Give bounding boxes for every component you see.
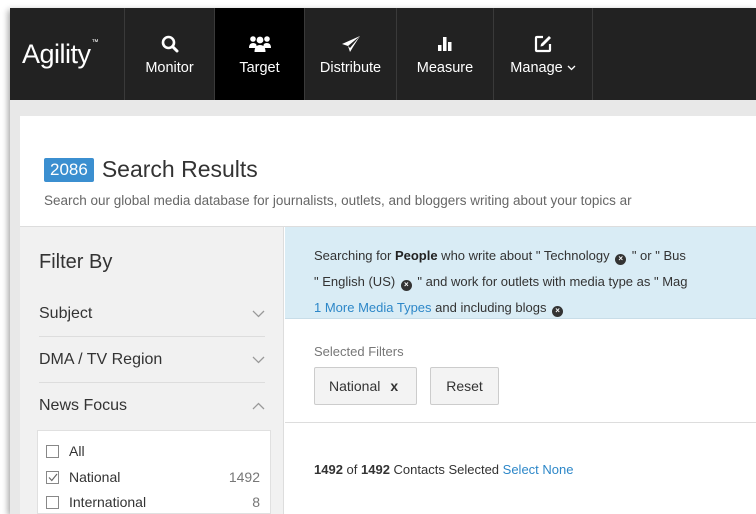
chevron-down-icon [251,355,265,365]
nav-manage-label-wrap: Manage [510,60,576,76]
selected-count: 1492 [314,462,343,477]
summary-text: " English (US) [314,274,399,289]
search-summary-line-2: " English (US) × " and work for outlets … [314,274,688,291]
checkbox-checked[interactable] [46,470,59,484]
top-navigation: Agility ™ Monitor Target Distribute Meas… [10,8,756,100]
nav-monitor[interactable]: Monitor [124,8,214,100]
accordion-news-focus[interactable]: News Focus [39,383,265,429]
bar-chart-icon [437,32,453,56]
select-none-link[interactable]: Select None [503,462,574,477]
brand-logo[interactable]: Agility ™ [10,8,124,100]
chevron-down-icon [251,309,265,319]
chip-label: National [329,378,381,394]
status-text: Contacts Selected [389,462,503,477]
nav-distribute-label: Distribute [319,60,382,76]
paper-plane-icon [341,32,361,56]
total-count: 1492 [361,462,390,477]
remove-topic-icon[interactable]: × [615,253,627,265]
search-criteria-summary: Searching for People who write about " T… [285,227,756,319]
accordion-news-focus-label: News Focus [39,397,128,414]
nav-measure-label: Measure [416,60,474,76]
nav-monitor-label: Monitor [145,60,194,76]
nav-target-label: Target [239,60,280,76]
selected-filters-label: Selected Filters [314,344,404,359]
accordion-dma-label: DMA / TV Region [39,350,163,368]
accordion-subject-label: Subject [39,304,93,322]
option-count: 8 [252,494,260,510]
chip-remove-icon[interactable]: x [390,378,398,394]
brand-name: Agility [22,38,91,69]
summary-text: " or " Bus [628,248,686,263]
filter-chip-national[interactable]: National x [314,367,417,405]
summary-entity: People [394,248,438,263]
search-summary-line-1: Searching for People who write about " T… [314,248,686,265]
chevron-up-icon [251,401,265,411]
status-text: of [342,462,361,477]
summary-text: who write about " Technology [437,248,614,263]
chevron-down-icon [567,63,576,74]
summary-text: and including blogs [431,300,551,315]
news-focus-option-national[interactable]: National 1492 [46,469,260,485]
accordion-dma-tv-region[interactable]: DMA / TV Region [39,337,265,383]
checkbox[interactable] [46,444,59,458]
nav-manage-label: Manage [510,60,563,76]
checkmark-icon [48,473,57,481]
option-label: All [69,443,85,459]
search-summary-line-3: 1 More Media Types and including blogs × [314,300,565,317]
reset-button[interactable]: Reset [430,367,499,405]
filter-by-heading: Filter By [39,251,113,273]
more-media-types-link[interactable]: 1 More Media Types [314,300,432,315]
option-label: National [69,469,121,485]
nav-manage[interactable]: Manage [493,8,593,100]
brand-tm: ™ [91,38,99,46]
nav-measure[interactable]: Measure [396,8,493,100]
accordion-subject[interactable]: Subject [39,291,265,337]
edit-icon [534,32,552,56]
remove-blogs-icon[interactable]: × [552,305,564,317]
summary-text: Searching for [314,248,395,263]
filter-sidebar: Filter By Subject DMA / TV Region News F… [20,227,284,514]
page-title: Search Results [101,156,258,182]
news-focus-options: All National 1492 International 8 [37,430,271,514]
nav-distribute[interactable]: Distribute [304,8,396,100]
people-icon [248,32,272,56]
news-focus-option-all[interactable]: All [46,443,260,459]
checkbox[interactable] [46,495,59,509]
contacts-selected-status: 1492 of 1492 Contacts Selected Select No… [314,462,573,477]
main-panel: 2086 Search Results Search our global me… [20,116,756,514]
search-icon [161,32,179,56]
option-label: International [69,494,147,510]
results-count-badge: 2086 [44,157,94,182]
results-content: Searching for People who write about " T… [285,227,756,514]
option-count: 1492 [228,469,260,485]
news-focus-option-international[interactable]: International 8 [46,494,260,510]
summary-text: " and work for outlets with media type a… [413,274,688,289]
results-header: 2086 Search Results [44,156,258,183]
content-divider [285,422,756,423]
nav-target[interactable]: Target [214,8,304,100]
remove-language-icon[interactable]: × [400,279,412,291]
app-window: Agility ™ Monitor Target Distribute Meas… [10,8,756,514]
page-subtitle: Search our global media database for jou… [44,193,632,208]
